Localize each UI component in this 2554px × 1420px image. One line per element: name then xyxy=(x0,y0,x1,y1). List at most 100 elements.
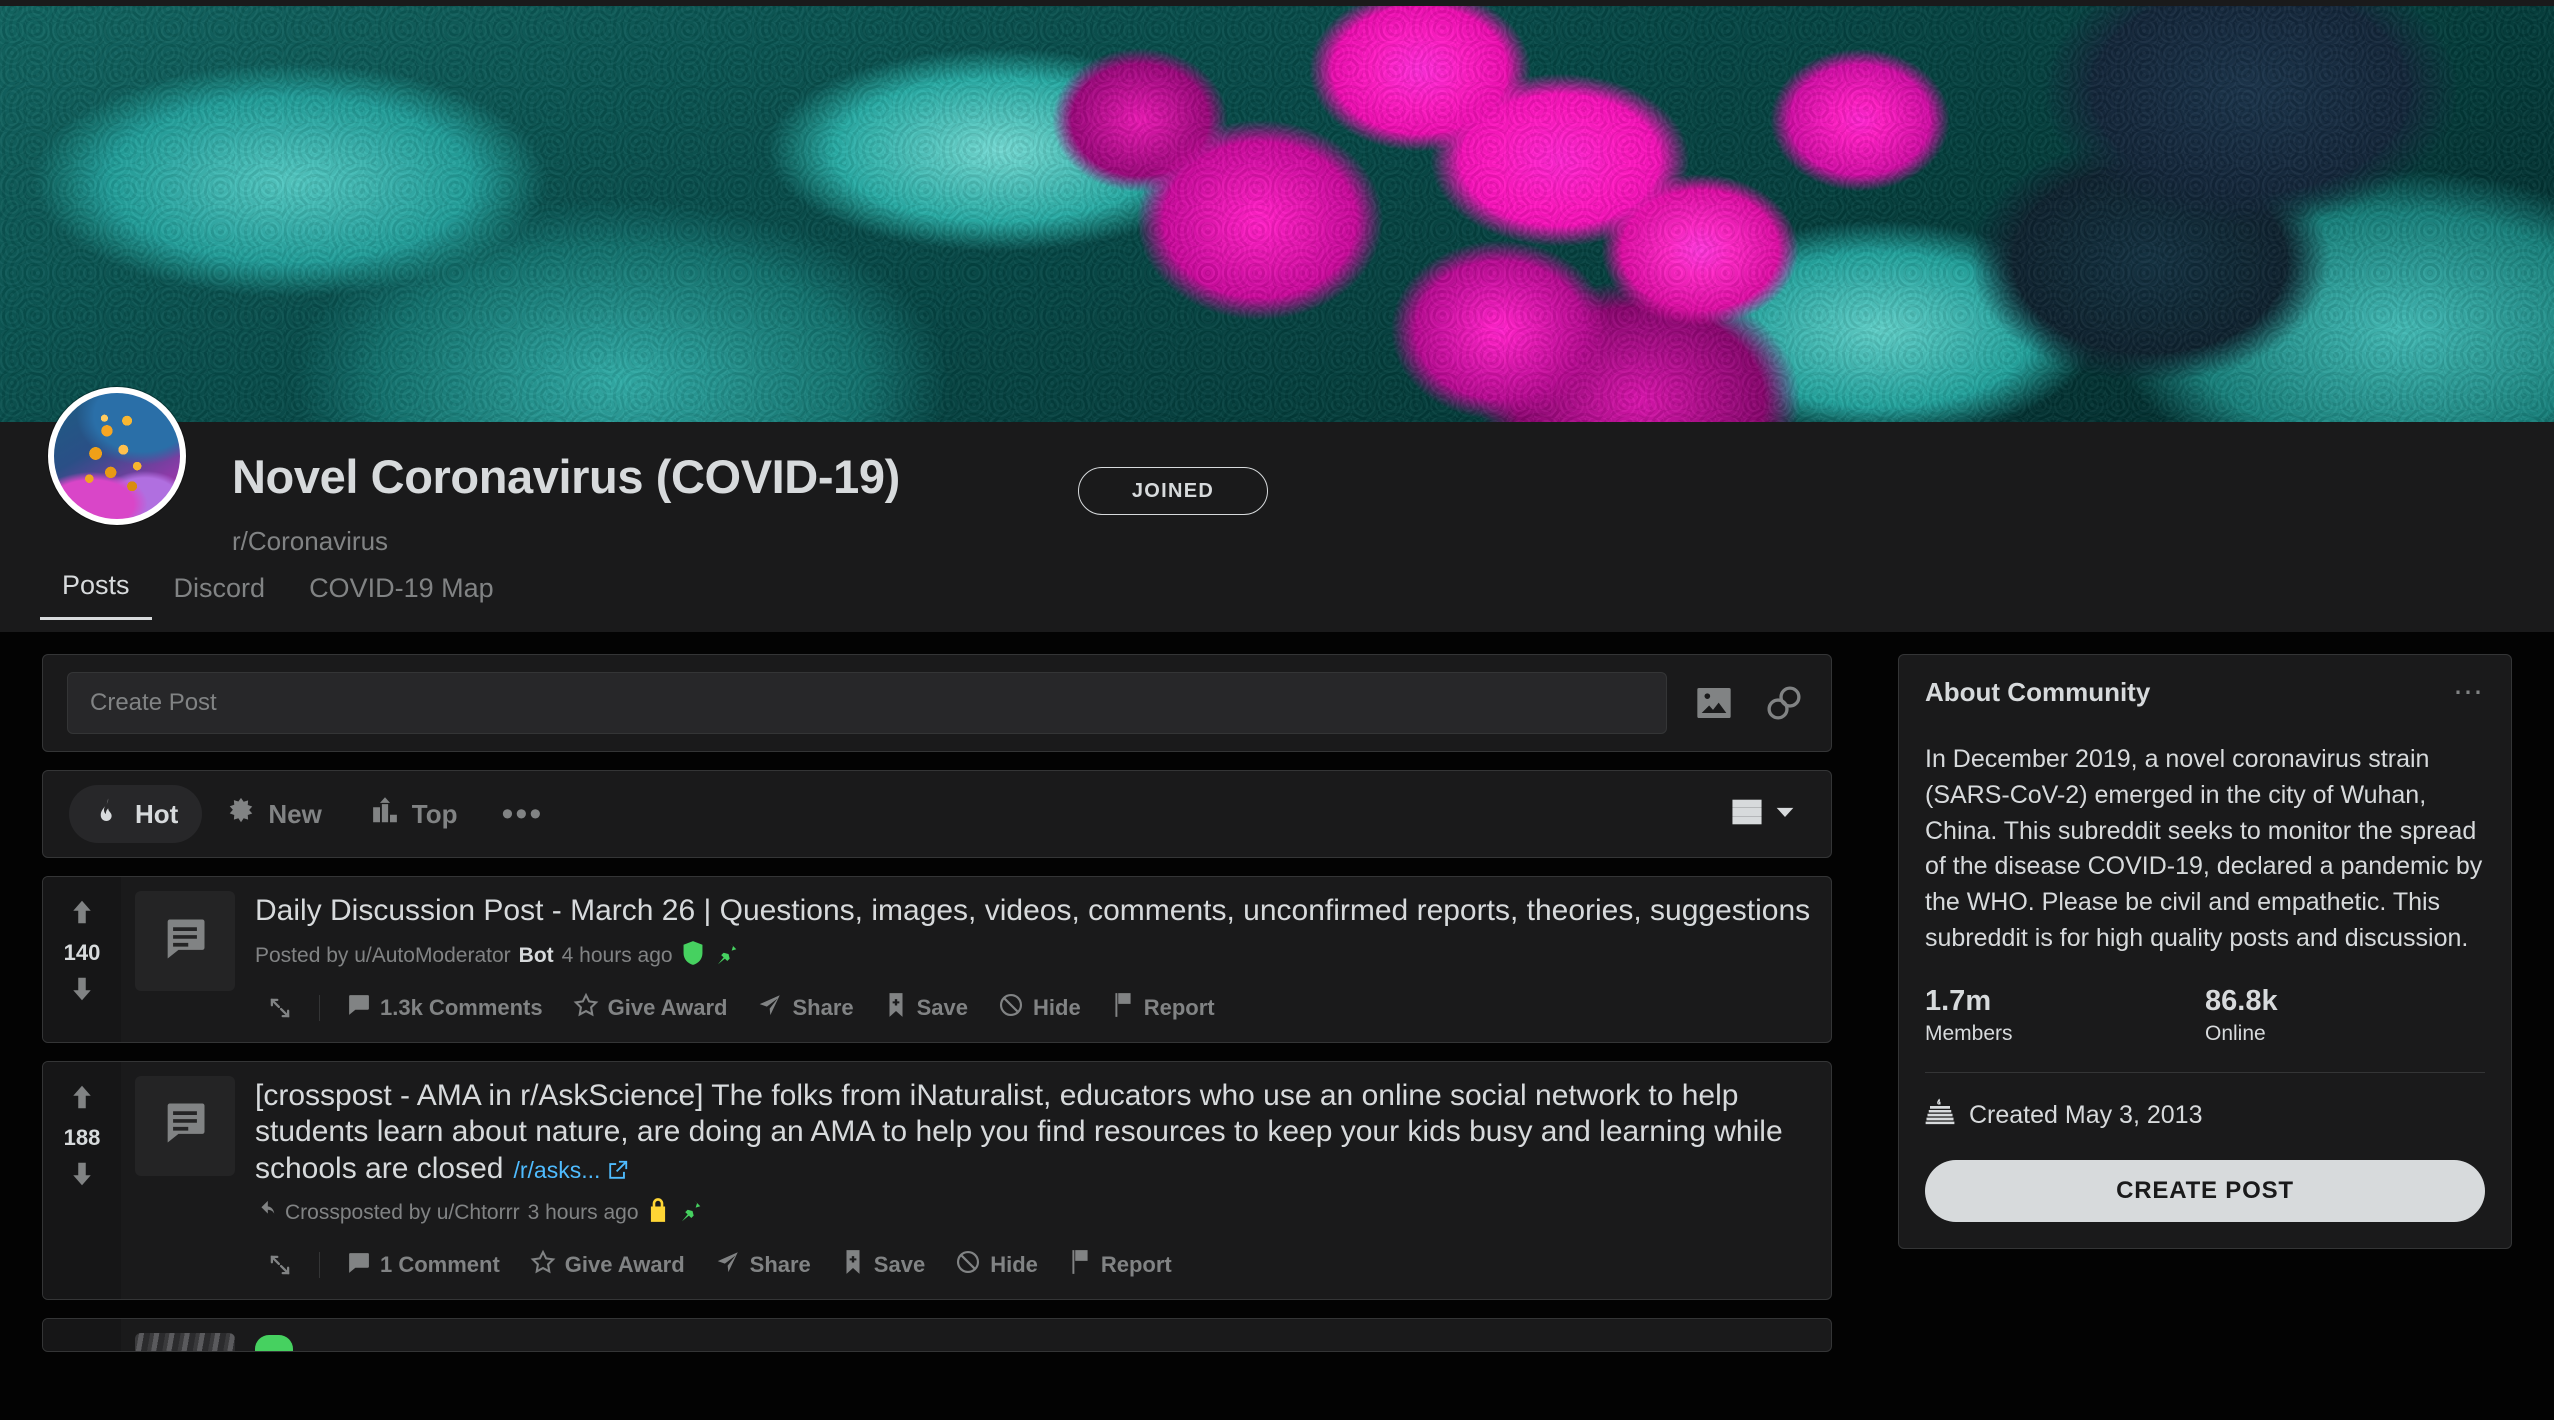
sidebar-divider xyxy=(1925,1071,2485,1073)
create-post-button[interactable]: CREATE POST xyxy=(1925,1159,2485,1222)
post-body: Daily Discussion Post - March 26 | Quest… xyxy=(121,877,1831,1042)
post-row: [crosspost - AMA in r/AskScience] The fo… xyxy=(135,1075,1831,1290)
comments-button[interactable]: 1 Comment xyxy=(334,1242,512,1289)
lock-icon xyxy=(647,1197,669,1229)
overflow-dots-icon[interactable]: ⋯ xyxy=(2453,678,2485,708)
share-arrow-icon xyxy=(757,992,783,1024)
award-star-icon xyxy=(530,1249,556,1281)
community-banner xyxy=(0,0,2554,422)
downvote-icon[interactable] xyxy=(67,974,97,1009)
post-meta: Posted by u/AutoModerator Bot 4 hours ag… xyxy=(255,940,1831,972)
hide-label: Hide xyxy=(1033,994,1081,1020)
post-row xyxy=(135,1333,1831,1352)
upvote-icon[interactable] xyxy=(67,1082,97,1117)
hide-label: Hide xyxy=(990,1252,1038,1278)
share-label: Share xyxy=(749,1252,811,1278)
actions-divider xyxy=(319,994,320,1021)
hide-circle-icon xyxy=(998,992,1024,1024)
community-description: In December 2019, a novel coronavirus st… xyxy=(1925,745,2483,952)
community-header: Novel Coronavirus (COVID-19) JOINED r/Co… xyxy=(0,387,2554,632)
give-award-label: Give Award xyxy=(564,1252,685,1278)
sort-hot[interactable]: Hot xyxy=(69,785,203,843)
give-award-button[interactable]: Give Award xyxy=(518,1241,697,1289)
post-thumbnail[interactable] xyxy=(135,1075,235,1176)
post-title[interactable]: Daily Discussion Post - March 26 | Quest… xyxy=(255,893,1831,930)
post-body xyxy=(121,1319,1831,1352)
vote-column xyxy=(43,1319,121,1352)
hide-button[interactable]: Hide xyxy=(986,984,1093,1032)
post-flair[interactable] xyxy=(255,1335,293,1352)
online-stat: 86.8k Online xyxy=(2205,985,2485,1046)
report-label: Report xyxy=(1100,1252,1172,1278)
expand-post-icon[interactable] xyxy=(255,1244,305,1286)
save-button[interactable]: Save xyxy=(829,1241,937,1289)
post-author[interactable]: Posted by u/AutoModerator xyxy=(255,944,511,968)
list-view-icon xyxy=(1729,794,1765,835)
post-author[interactable]: Crossposted by u/Chtorrr xyxy=(285,1201,520,1225)
downvote-icon[interactable] xyxy=(67,1159,97,1194)
banner-top-edge xyxy=(0,0,2554,6)
bar-chart-icon xyxy=(370,796,400,833)
banner-texture-overlay xyxy=(0,0,2554,422)
share-arrow-icon xyxy=(715,1249,741,1281)
tab-posts[interactable]: Posts xyxy=(40,570,152,620)
text-post-icon xyxy=(159,913,211,970)
post-item[interactable]: 188 [crosspost - AMA in r/AskScience] Th… xyxy=(42,1060,1832,1301)
upvote-icon[interactable] xyxy=(67,897,97,932)
vote-column: 188 xyxy=(43,1061,121,1300)
share-button[interactable]: Share xyxy=(745,984,865,1032)
flame-icon xyxy=(93,796,123,833)
post-timestamp: 3 hours ago xyxy=(527,1201,639,1225)
post-actions: 1 Comment Give Award Share Save Hide Rep… xyxy=(255,1241,1831,1289)
online-count: 86.8k xyxy=(2205,984,2278,1017)
sort-top-label: Top xyxy=(411,798,458,829)
created-date: Created May 3, 2013 xyxy=(1969,1100,2203,1129)
post-crosspost-link[interactable]: /r/asks... xyxy=(513,1157,628,1183)
post-actions: 1.3k Comments Give Award Share Save Hide… xyxy=(255,984,1831,1032)
save-label: Save xyxy=(873,1252,926,1278)
post-score: 188 xyxy=(63,1124,101,1150)
post-text-area: [crosspost - AMA in r/AskScience] The fo… xyxy=(255,1076,1831,1290)
vote-column: 140 xyxy=(43,877,121,1042)
give-award-label: Give Award xyxy=(607,994,728,1020)
tab-covid-19-map[interactable]: COVID-19 Map xyxy=(287,573,516,620)
members-stat: 1.7m Members xyxy=(1925,985,2205,1046)
flag-icon xyxy=(1111,992,1135,1024)
community-stats: 1.7m Members 86.8k Online xyxy=(1925,985,2485,1046)
give-award-button[interactable]: Give Award xyxy=(561,984,740,1032)
report-button[interactable]: Report xyxy=(1099,984,1227,1032)
create-post-input[interactable] xyxy=(67,672,1667,734)
post-timestamp: 4 hours ago xyxy=(561,943,673,967)
comments-button[interactable]: 1.3k Comments xyxy=(334,984,555,1031)
post-row: Daily Discussion Post - March 26 | Quest… xyxy=(135,891,1831,1032)
link-icon[interactable] xyxy=(1761,680,1807,726)
post-title[interactable]: [crosspost - AMA in r/AskScience] The fo… xyxy=(255,1078,1831,1188)
sparkle-icon xyxy=(226,796,256,833)
image-icon[interactable] xyxy=(1691,680,1737,726)
tab-discord[interactable]: Discord xyxy=(152,573,288,620)
sort-top[interactable]: Top xyxy=(346,785,482,843)
sort-new[interactable]: New xyxy=(202,785,345,843)
post-thumbnail[interactable] xyxy=(135,891,235,991)
shield-icon xyxy=(681,940,705,972)
hide-button[interactable]: Hide xyxy=(943,1241,1050,1289)
content-area: Hot New Top xyxy=(0,632,2554,1420)
about-community-title: About Community xyxy=(1925,677,2151,707)
sort-more-button[interactable]: ••• xyxy=(482,796,564,831)
view-mode-selector[interactable] xyxy=(1729,794,1805,835)
save-button[interactable]: Save xyxy=(872,984,980,1032)
post-item[interactable]: 140 Daily Discussion Post - March 26 | Q… xyxy=(42,876,1832,1043)
report-button[interactable]: Report xyxy=(1056,1241,1184,1289)
members-count: 1.7m xyxy=(1925,984,1992,1017)
crosspost-icon xyxy=(255,1199,277,1227)
hide-circle-icon xyxy=(955,1249,981,1281)
expand-post-icon[interactable] xyxy=(255,987,305,1029)
post-thumbnail[interactable] xyxy=(135,1333,235,1352)
post-item[interactable] xyxy=(42,1318,1832,1353)
sidebar-column: About Community ⋯ In December 2019, a no… xyxy=(1898,654,2512,1249)
joined-button[interactable]: JOINED xyxy=(1078,467,1268,515)
share-label: Share xyxy=(792,994,854,1020)
page-title: Novel Coronavirus (COVID-19) xyxy=(232,450,900,503)
share-button[interactable]: Share xyxy=(703,1241,823,1289)
crosspost-link-label: /r/asks... xyxy=(513,1156,601,1183)
